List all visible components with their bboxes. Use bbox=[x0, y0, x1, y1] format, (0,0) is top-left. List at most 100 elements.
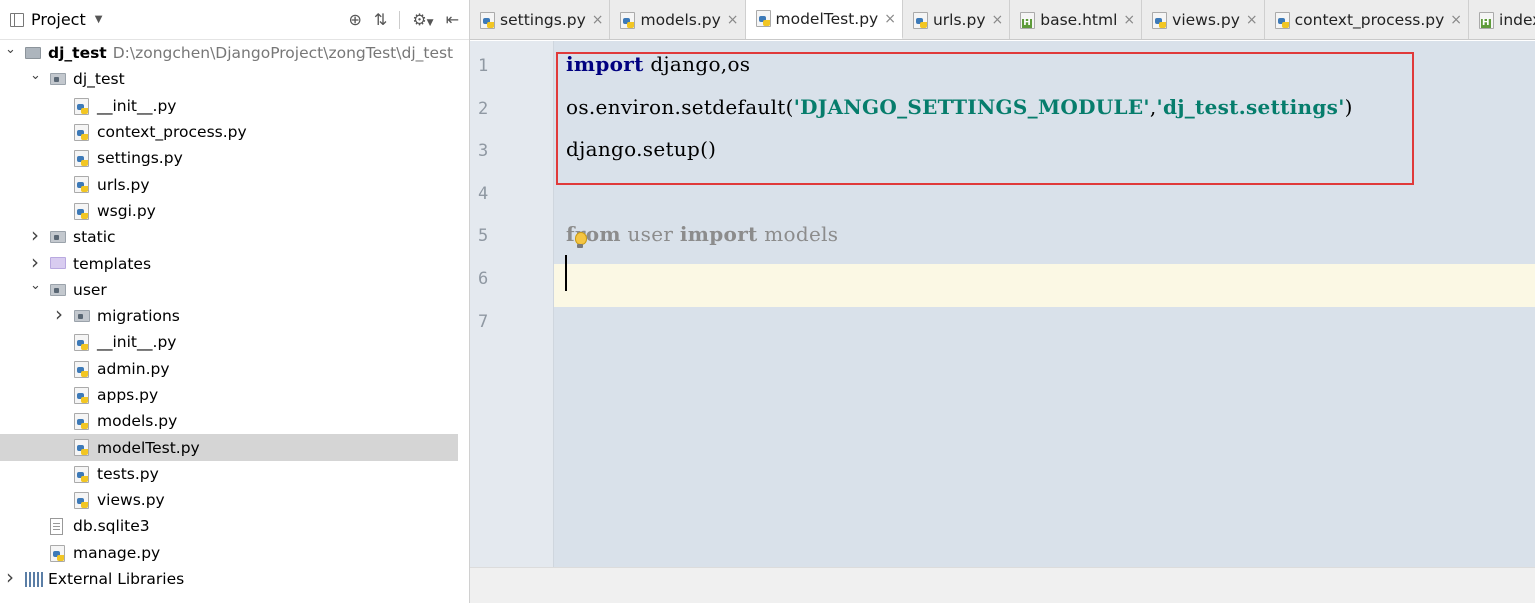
tree-item[interactable]: static bbox=[0, 224, 458, 250]
tree-item[interactable]: manage.py bbox=[0, 540, 458, 566]
tree-item-name: modelTest.py bbox=[97, 438, 200, 457]
tree-item[interactable]: wsgi.py bbox=[0, 198, 458, 224]
html-file-icon bbox=[1479, 11, 1495, 29]
tab-label: models.py bbox=[640, 11, 721, 29]
tree-item[interactable]: templates bbox=[0, 250, 458, 276]
python-file-icon bbox=[1274, 11, 1290, 29]
chevron-down-icon[interactable] bbox=[5, 46, 15, 61]
chevron-right-icon[interactable] bbox=[30, 225, 40, 249]
chevron-right-icon[interactable] bbox=[5, 567, 15, 591]
tree-item-label: tests.py bbox=[97, 465, 159, 483]
tree-item[interactable]: External Libraries bbox=[0, 566, 458, 592]
tree-item[interactable]: user bbox=[0, 277, 458, 303]
tree-item[interactable]: apps.py bbox=[0, 382, 458, 408]
line-number: 2 bbox=[478, 98, 489, 119]
line-number: 5 bbox=[478, 226, 489, 247]
python-file-icon bbox=[74, 202, 89, 220]
tab-base-html[interactable]: base.html × bbox=[1010, 0, 1143, 39]
tree-item[interactable]: admin.py bbox=[0, 356, 458, 382]
tree-item-label: dj_test bbox=[73, 70, 125, 88]
tree-item[interactable]: dj_test D:\zongchen\DjangoProject\zongTes… bbox=[0, 40, 458, 66]
project-view-icon bbox=[10, 12, 24, 27]
tree-item[interactable]: views.py bbox=[0, 487, 458, 513]
code-token: models bbox=[757, 222, 839, 247]
close-icon[interactable]: × bbox=[727, 12, 739, 28]
folder-icon bbox=[74, 309, 90, 322]
folder-icon bbox=[25, 47, 41, 59]
python-file-icon bbox=[74, 176, 89, 194]
tree-item-name: admin.py bbox=[97, 359, 170, 378]
tree-item[interactable]: modelTest.py bbox=[0, 434, 458, 461]
tree-item[interactable]: db.sqlite3 bbox=[0, 513, 458, 539]
tab-settings-py[interactable]: settings.py × bbox=[470, 0, 611, 39]
tree-item[interactable]: __init__.py bbox=[0, 93, 458, 119]
tree-item[interactable]: context_process.py bbox=[0, 119, 458, 145]
tree-item-name: dj_test bbox=[73, 70, 125, 89]
tab-views-py[interactable]: views.py × bbox=[1142, 0, 1265, 39]
tab-urls-py[interactable]: urls.py × bbox=[903, 0, 1011, 39]
python-file-icon bbox=[74, 492, 89, 510]
chevron-down-icon[interactable]: ▼ bbox=[95, 14, 103, 25]
tree-item-name: dj_test bbox=[48, 44, 107, 63]
close-icon[interactable]: × bbox=[1450, 12, 1462, 28]
tab-modeltest-py[interactable]: modelTest.py × bbox=[745, 0, 903, 39]
folder-icon bbox=[50, 283, 66, 296]
tree-item-label: admin.py bbox=[97, 360, 170, 378]
python-file-icon bbox=[74, 386, 89, 404]
tree-item-name: models.py bbox=[97, 412, 178, 431]
tree-item-name: wsgi.py bbox=[97, 201, 156, 220]
tree-item[interactable]: dj_test bbox=[0, 66, 458, 92]
close-icon[interactable]: × bbox=[592, 12, 604, 28]
tree-item-name: __init__.py bbox=[97, 333, 177, 352]
tree-item-label: External Libraries bbox=[48, 570, 184, 588]
project-panel-header: Project ▼ ⊕ ⇅ ⚙▼ ⇤ bbox=[0, 0, 469, 40]
tree-item-label: migrations bbox=[97, 307, 180, 325]
hide-icon[interactable]: ⇤ bbox=[446, 10, 459, 29]
python-file-icon bbox=[74, 413, 89, 431]
close-icon[interactable]: × bbox=[884, 11, 896, 27]
python-file-icon bbox=[755, 10, 771, 27]
editor-tab-bar: settings.py × models.py × modelTest.py × urls.… bbox=[470, 0, 1535, 40]
tree-item[interactable]: __init__.py bbox=[0, 329, 458, 355]
python-file-icon bbox=[74, 334, 89, 352]
tree-item-label: settings.py bbox=[97, 149, 183, 167]
tree-item-path: D:\zongchen\DjangoProject\zongTest\dj_te… bbox=[112, 44, 454, 63]
line-number: 7 bbox=[478, 311, 489, 332]
tree-item-label: user bbox=[73, 281, 107, 299]
tab-models-py[interactable]: models.py × bbox=[610, 0, 746, 39]
chevron-down-icon[interactable] bbox=[30, 72, 40, 87]
chevron-right-icon[interactable] bbox=[54, 304, 64, 328]
close-icon[interactable]: × bbox=[1123, 12, 1135, 28]
tree-item[interactable]: urls.py bbox=[0, 171, 458, 197]
code-token: import bbox=[679, 222, 758, 247]
tab-context_process-py[interactable]: context_process.py × bbox=[1265, 0, 1470, 39]
tree-item[interactable]: tests.py bbox=[0, 461, 458, 487]
chevron-right-icon[interactable] bbox=[30, 252, 40, 276]
folder-icon bbox=[50, 73, 66, 86]
close-icon[interactable]: × bbox=[992, 12, 1004, 28]
tab-index[interactable]: index bbox=[1469, 0, 1535, 39]
project-toolbar: ⊕ ⇅ ⚙▼ ⇤ bbox=[349, 10, 469, 29]
collapse-icon[interactable]: ⇅ bbox=[374, 10, 387, 29]
gear-icon[interactable]: ⚙▼ bbox=[412, 10, 433, 29]
code-editor[interactable]: 1234567 import django,os os.environ.setde… bbox=[470, 41, 1535, 567]
tree-item-name: views.py bbox=[97, 491, 165, 510]
tree-item-label: db.sqlite3 bbox=[73, 517, 150, 535]
tab-label: urls.py bbox=[932, 11, 986, 29]
tree-item[interactable]: settings.py bbox=[0, 145, 458, 171]
tree-item-name: External Libraries bbox=[48, 570, 185, 589]
python-file-icon bbox=[74, 123, 89, 141]
tree-item-label: __init__.py bbox=[97, 97, 176, 115]
crosshair-icon[interactable]: ⊕ bbox=[349, 10, 362, 29]
code-line[interactable]: from user import models bbox=[566, 222, 838, 246]
project-panel-title[interactable]: Project bbox=[31, 10, 86, 29]
tree-item[interactable]: migrations bbox=[0, 303, 458, 329]
tree-item-label: templates bbox=[73, 255, 151, 273]
tree-item-name: templates bbox=[73, 254, 152, 273]
close-icon[interactable]: × bbox=[1246, 12, 1258, 28]
tree-item[interactable]: models.py bbox=[0, 408, 458, 434]
chevron-down-icon[interactable] bbox=[30, 282, 40, 297]
tree-item-label: manage.py bbox=[73, 544, 160, 562]
tree-item-name: urls.py bbox=[97, 175, 150, 194]
lightbulb-icon[interactable] bbox=[574, 232, 587, 250]
